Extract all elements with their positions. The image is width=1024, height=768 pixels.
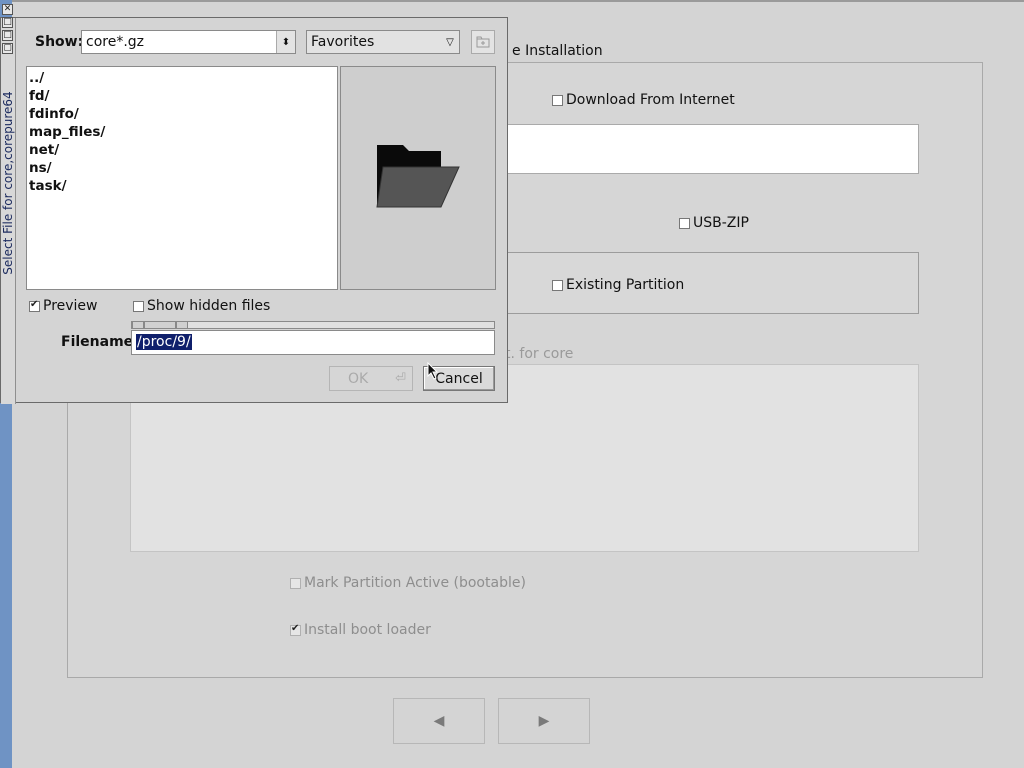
restore-icon[interactable]: □ <box>2 30 13 41</box>
filter-dropdown[interactable]: core*.gz ⬍ <box>81 30 296 54</box>
dialog-titlebar[interactable]: ✕ □ □ ▢ Select File for core,corepure64 <box>1 4 16 404</box>
mark-active-label: Mark Partition Active (bootable) <box>304 575 526 591</box>
dropdown-arrow-icon: ▽ <box>446 36 454 48</box>
maximize-icon[interactable]: □ <box>2 17 13 28</box>
filename-input[interactable]: /proc/9/ <box>131 330 495 355</box>
favorites-value: Favorites <box>311 34 375 50</box>
file-chooser-dialog: ✕ □ □ ▢ Select File for core,corepure64 … <box>0 4 508 404</box>
existing-partition-checkbox[interactable] <box>552 279 563 291</box>
file-list-item[interactable]: fd/ <box>29 87 337 105</box>
path-scrollbar[interactable] <box>131 321 495 329</box>
back-button[interactable]: ◀ <box>393 698 485 744</box>
filename-value: /proc/9/ <box>136 334 192 350</box>
file-list-item[interactable]: map_files/ <box>29 123 337 141</box>
file-list-item[interactable]: net/ <box>29 141 337 159</box>
mark-active-option: Mark Partition Active (bootable) <box>290 575 526 591</box>
scroll-segment[interactable] <box>132 321 144 329</box>
mark-active-checkbox <box>290 577 301 589</box>
folder-icon <box>376 145 460 208</box>
download-checkbox[interactable] <box>552 94 563 106</box>
ok-button[interactable]: OK ⏎ <box>329 366 413 391</box>
preview-pane <box>340 66 496 290</box>
file-list[interactable]: ../fd/fdinfo/map_files/net/ns/task/ <box>26 66 338 290</box>
existing-partition-option[interactable]: Existing Partition <box>552 277 684 293</box>
existing-partition-label: Existing Partition <box>566 277 685 293</box>
new-folder-button[interactable] <box>471 30 495 54</box>
enter-icon: ⏎ <box>395 371 406 386</box>
scroll-segment[interactable] <box>144 321 176 329</box>
left-arrow-icon: ◀ <box>433 713 445 729</box>
bootloader-label: Install boot loader <box>304 622 431 638</box>
minimize-icon[interactable]: ▢ <box>2 43 13 54</box>
dialog-title: Select File for core,corepure64 <box>1 91 15 275</box>
next-button[interactable]: ▶ <box>498 698 590 744</box>
url-input[interactable] <box>505 124 919 174</box>
window-top-border <box>12 0 1024 2</box>
preview-option[interactable]: Preview <box>29 298 98 314</box>
bootloader-checkbox[interactable] <box>290 623 301 636</box>
installer-title: e Installation <box>512 43 603 59</box>
download-option[interactable]: Download From Internet <box>552 92 735 108</box>
right-arrow-icon: ▶ <box>538 713 550 729</box>
close-icon[interactable]: ✕ <box>2 4 13 15</box>
file-list-item[interactable]: ../ <box>29 69 337 87</box>
bootcode-label: t. for core <box>505 346 574 362</box>
updown-arrow-icon: ⬍ <box>276 31 295 53</box>
favorites-dropdown[interactable]: Favorites ▽ <box>306 30 460 54</box>
usbzip-label: USB-ZIP <box>693 215 749 231</box>
ok-label: OK <box>348 370 369 387</box>
show-label: Show: <box>35 34 84 50</box>
show-hidden-option[interactable]: Show hidden files <box>133 298 270 314</box>
scroll-segment[interactable] <box>176 321 188 329</box>
filename-label: Filename: <box>61 334 139 350</box>
usbzip-option[interactable]: USB-ZIP <box>679 215 749 231</box>
mouse-cursor-icon <box>427 362 439 380</box>
file-list-item[interactable]: ns/ <box>29 159 337 177</box>
filter-value: core*.gz <box>86 34 145 50</box>
file-list-item[interactable]: task/ <box>29 177 337 195</box>
cancel-label: Cancel <box>435 370 483 387</box>
download-label: Download From Internet <box>566 92 735 108</box>
show-hidden-label: Show hidden files <box>147 298 271 314</box>
preview-label: Preview <box>43 298 98 314</box>
new-folder-icon <box>476 36 490 48</box>
file-list-item[interactable]: fdinfo/ <box>29 105 337 123</box>
preview-checkbox[interactable] <box>29 299 40 312</box>
bootloader-option[interactable]: Install boot loader <box>290 622 431 638</box>
show-hidden-checkbox[interactable] <box>133 300 144 312</box>
usbzip-checkbox[interactable] <box>679 217 690 229</box>
